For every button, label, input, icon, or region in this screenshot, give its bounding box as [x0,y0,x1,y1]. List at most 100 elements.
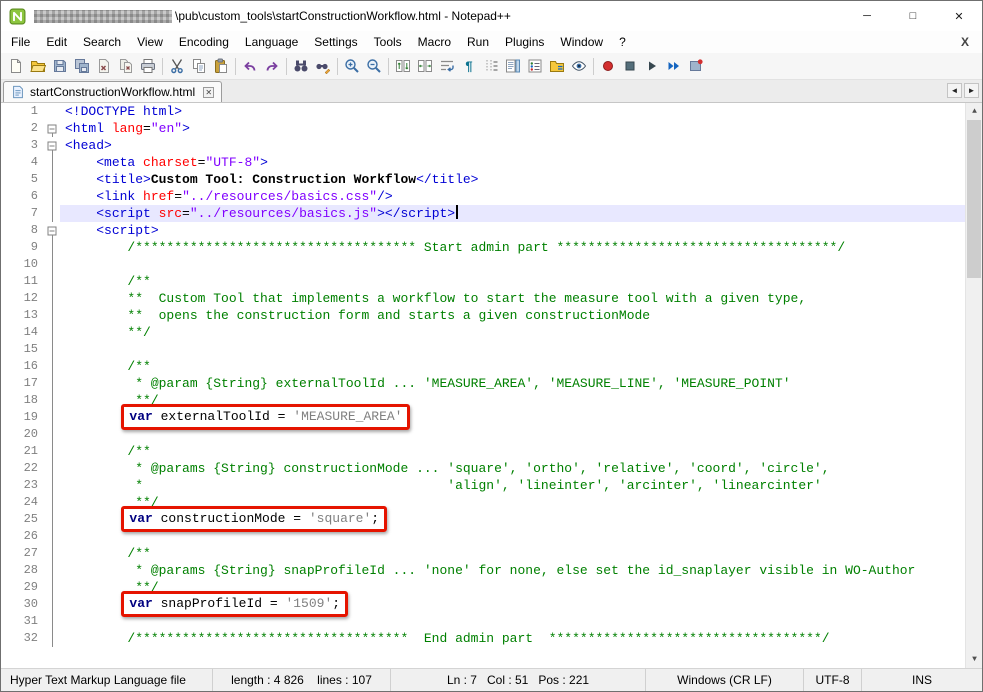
line-number[interactable]: 8 [14,222,44,239]
code-line[interactable]: <title>Custom Tool: Construction Workflo… [60,171,965,188]
scroll-up-button[interactable]: ▲ [966,103,982,120]
menu-item-view[interactable]: View [129,32,171,52]
line-number[interactable]: 9 [14,239,44,256]
minimize-button[interactable]: ─ [844,1,890,31]
line-number[interactable]: 25 [14,511,44,528]
sync-horizontal-scroll-button[interactable] [414,55,436,77]
line-number[interactable]: 5 [14,171,44,188]
menu-item-file[interactable]: File [3,32,38,52]
maximize-button[interactable]: □ [890,1,936,31]
stop-recording-button[interactable] [619,55,641,77]
code-line[interactable]: * @params {String} constructionMode ... … [60,460,965,477]
close-button[interactable]: ✕ [936,1,982,31]
save-all-button[interactable] [71,55,93,77]
undo-button[interactable] [239,55,261,77]
line-number[interactable]: 19 [14,409,44,426]
line-number[interactable]: 16 [14,358,44,375]
line-number[interactable]: 22 [14,460,44,477]
tab-startconstructionworkflow[interactable]: startConstructionWorkflow.html ✕ [3,81,222,102]
scroll-down-button[interactable]: ▼ [966,651,982,668]
line-number[interactable]: 18 [14,392,44,409]
menu-close-document-button[interactable]: X [948,35,982,49]
code-line[interactable]: /*********************************** End… [60,630,965,647]
fold-collapse-icon[interactable] [48,226,57,235]
line-number[interactable]: 21 [14,443,44,460]
menu-item-run[interactable]: Run [459,32,497,52]
code-line[interactable]: var snapProfileId = '1509'; [60,596,965,613]
document-map-button[interactable] [502,55,524,77]
line-number[interactable]: 4 [14,154,44,171]
line-number[interactable]: 31 [14,613,44,630]
show-all-characters-button[interactable]: ¶ [458,55,480,77]
open-file-button[interactable] [27,55,49,77]
menu-item-tools[interactable]: Tools [366,32,410,52]
line-number[interactable]: 17 [14,375,44,392]
code-line[interactable]: * @param {String} externalToolId ... 'ME… [60,375,965,392]
code-line[interactable]: <meta charset="UTF-8"> [60,154,965,171]
code-line[interactable]: <head> [60,137,965,154]
code-line[interactable]: <!DOCTYPE html> [60,103,965,120]
playback-macro-button[interactable] [641,55,663,77]
code-line[interactable]: var constructionMode = 'square'; [60,511,965,528]
close-all-button[interactable] [115,55,137,77]
line-number[interactable]: 26 [14,528,44,545]
line-number[interactable]: 12 [14,290,44,307]
find-button[interactable] [290,55,312,77]
tab-scroll-right-button[interactable]: ► [964,83,979,98]
sync-vertical-scroll-button[interactable] [392,55,414,77]
line-number[interactable]: 7 [14,205,44,222]
scrollbar-thumb[interactable] [967,120,981,278]
line-number[interactable]: 30 [14,596,44,613]
menu-item-language[interactable]: Language [237,32,306,52]
code-line[interactable]: <script> [60,222,965,239]
line-number[interactable]: 27 [14,545,44,562]
close-file-button[interactable] [93,55,115,77]
menu-item-search[interactable]: Search [75,32,129,52]
run-macro-multiple-button[interactable] [663,55,685,77]
line-number[interactable]: 11 [14,273,44,290]
tab-scroll-left-button[interactable]: ◄ [947,83,962,98]
line-number[interactable]: 1 [14,103,44,120]
code-line[interactable]: var externalToolId = 'MEASURE_AREA' [60,409,965,426]
code-line[interactable]: /** [60,443,965,460]
zoom-out-button[interactable] [363,55,385,77]
line-number[interactable]: 13 [14,307,44,324]
line-number[interactable]: 32 [14,630,44,647]
print-button[interactable] [137,55,159,77]
menu-item-window[interactable]: Window [552,32,611,52]
vertical-scrollbar[interactable]: ▲ ▼ [965,103,982,668]
save-file-button[interactable] [49,55,71,77]
fold-collapse-icon[interactable] [48,141,57,150]
line-number[interactable]: 14 [14,324,44,341]
code-line[interactable]: <script src="../resources/basics.js"></s… [60,205,965,222]
line-number[interactable]: 24 [14,494,44,511]
zoom-in-button[interactable] [341,55,363,77]
code-line[interactable]: * @params {String} snapProfileId ... 'no… [60,562,965,579]
line-number[interactable]: 10 [14,256,44,273]
monitoring-button[interactable] [568,55,590,77]
code-line[interactable]: **/ [60,324,965,341]
tab-close-button[interactable]: ✕ [203,87,214,98]
function-list-button[interactable] [524,55,546,77]
line-number[interactable]: 29 [14,579,44,596]
fold-collapse-icon[interactable] [48,124,57,133]
line-number[interactable]: 2 [14,120,44,137]
line-number[interactable]: 15 [14,341,44,358]
redo-button[interactable] [261,55,283,77]
save-recorded-macro-button[interactable] [685,55,707,77]
line-number[interactable]: 3 [14,137,44,154]
code-line[interactable] [60,256,965,273]
menu-item-plugins[interactable]: Plugins [497,32,552,52]
menu-item-encoding[interactable]: Encoding [171,32,237,52]
menu-item-help[interactable]: ? [611,32,634,52]
menu-item-edit[interactable]: Edit [38,32,75,52]
menu-item-macro[interactable]: Macro [410,32,459,52]
line-number[interactable]: 6 [14,188,44,205]
code-line[interactable]: * 'align', 'lineinter', 'arcinter', 'lin… [60,477,965,494]
code-line[interactable]: <html lang="en"> [60,120,965,137]
start-recording-button[interactable] [597,55,619,77]
code-line[interactable] [60,341,965,358]
word-wrap-button[interactable] [436,55,458,77]
code-line[interactable]: <link href="../resources/basics.css"/> [60,188,965,205]
copy-button[interactable] [188,55,210,77]
